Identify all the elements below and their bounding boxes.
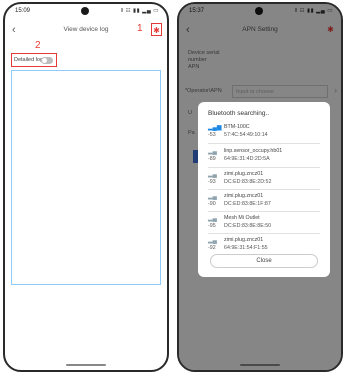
device-name: BTM-100C: [224, 124, 250, 130]
signal-icon: ▂▄▆: [208, 125, 222, 131]
phone-apn-setting: 15:37 ‖ ☷ ▮▮ ▂▄ ▭ ‹ APN Setting ✱ Device…: [177, 2, 343, 372]
bluetooth-button[interactable]: ✱: [151, 23, 162, 36]
annotation-1: 1: [137, 23, 143, 34]
divider: [208, 233, 320, 234]
close-button[interactable]: Close: [210, 254, 318, 268]
signal-icon: ▂▄: [208, 216, 217, 222]
device-item[interactable]: ▂▄ linp.sensor_occupy.hb01 -89 64:9E:31:…: [208, 146, 323, 166]
device-name: Mesh Mi Outlet: [224, 215, 260, 221]
status-icons: ‖ ☷ ▮▮ ▂▄ ▭: [118, 8, 159, 14]
divider: [208, 167, 320, 168]
device-rssi: -95: [208, 223, 216, 229]
signal-icon: ▂▄: [208, 238, 217, 244]
device-mac: 64:9E:31:54:F1:55: [224, 245, 268, 251]
device-mac: 57:4C:54:49:10:14: [224, 132, 268, 138]
signal-icon: ▂▄: [208, 194, 217, 200]
device-name: linp.sensor_occupy.hb01: [224, 148, 283, 154]
device-name: zimi.plug.zncz01: [224, 193, 264, 199]
device-mac: DC:ED:83:8E:2D:52: [224, 179, 272, 185]
bluetooth-icon: ✱: [153, 26, 160, 35]
device-mac: DC:ED:83:8E:8E:50: [224, 223, 272, 229]
device-item[interactable]: ▂▄ zimi.plug.zncz01 -92 64:9E:31:54:F1:5…: [208, 235, 323, 255]
device-mac: 64:9E:31:4D:2D:5A: [224, 156, 270, 162]
device-rssi: -92: [208, 245, 216, 251]
device-mac: DC:ED:83:8E:1F:87: [224, 201, 271, 207]
log-text-area[interactable]: [11, 70, 161, 285]
divider: [208, 143, 320, 144]
divider: [208, 189, 320, 190]
divider: [208, 211, 320, 212]
bluetooth-search-dialog: Bluetooth searching.. ▂▄▆ BTM-100C -53 5…: [198, 102, 330, 277]
device-item[interactable]: ▂▄▆ BTM-100C -53 57:4C:54:49:10:14: [208, 122, 323, 142]
device-name: zimi.plug.zncz01: [224, 237, 264, 243]
status-time: 15:09: [15, 8, 31, 14]
detailed-log-toggle[interactable]: [41, 57, 53, 64]
signal-icon: ▂▄: [208, 172, 217, 178]
device-rssi: -90: [208, 201, 216, 207]
status-bar: 15:09 ‖ ☷ ▮▮ ▂▄ ▭: [5, 4, 167, 18]
home-indicator: [66, 364, 106, 366]
phone-view-device-log: 15:09 ‖ ☷ ▮▮ ▂▄ ▭ ‹ View device log 1 ✱ …: [3, 2, 169, 372]
toggle-knob: [42, 58, 47, 63]
device-name: zimi.plug.zncz01: [224, 171, 264, 177]
device-item[interactable]: ▂▄ zimi.plug.zncz01 -93 DC:ED:83:8E:2D:5…: [208, 169, 323, 189]
signal-icon: ▂▄: [208, 149, 217, 155]
dialog-title: Bluetooth searching..: [208, 110, 270, 117]
detailed-log-label: Detailed log: [14, 57, 44, 63]
nav-bar: ‹ View device log 1 ✱: [5, 22, 167, 38]
device-item[interactable]: ▂▄ Mesh Mi Outlet -95 DC:ED:83:8E:8E:50: [208, 213, 323, 233]
annotation-2: 2: [35, 40, 41, 51]
device-rssi: -89: [208, 156, 216, 162]
detailed-log-row: Detailed log: [11, 53, 57, 67]
device-item[interactable]: ▂▄ zimi.plug.zncz01 -90 DC:ED:83:8E:1F:8…: [208, 191, 323, 211]
device-rssi: -53: [208, 132, 216, 138]
device-rssi: -93: [208, 179, 216, 185]
camera-cutout: [81, 7, 89, 15]
